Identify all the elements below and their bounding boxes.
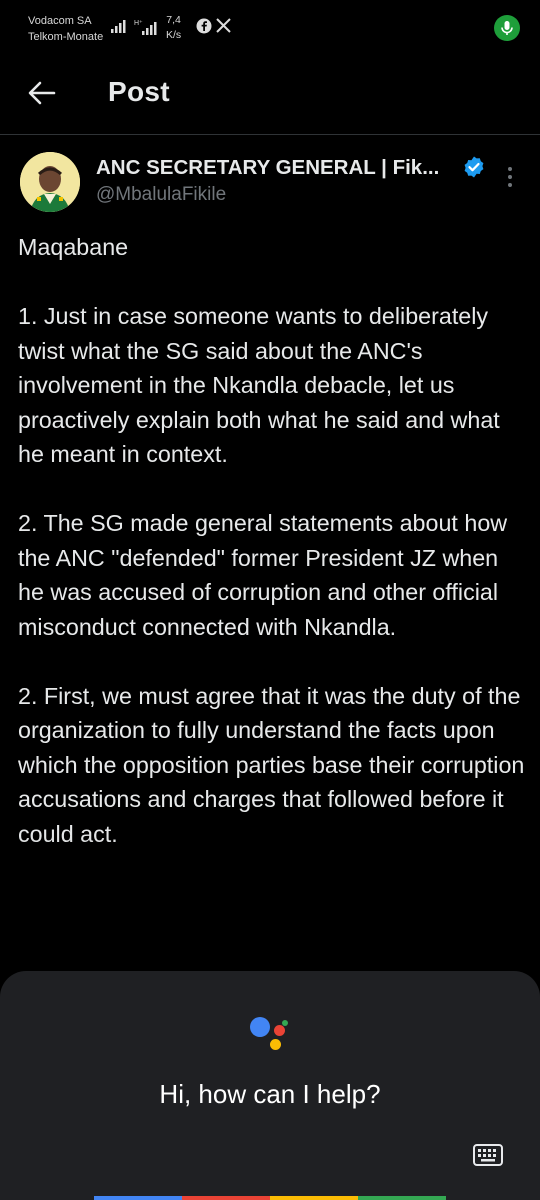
bar-red [182, 1196, 270, 1200]
assistant-color-bar [94, 1196, 446, 1200]
back-arrow-icon[interactable] [28, 80, 56, 106]
avatar-image [20, 152, 80, 212]
assistant-prompt: Hi, how can I help? [159, 1079, 381, 1109]
signal-icon [111, 20, 126, 33]
carrier-2: Telkom-Monate [28, 31, 104, 43]
status-bar: Vodacom SA Telkom-Monate H⁺ 7,4 K/s [0, 0, 540, 52]
mic-indicator [494, 15, 520, 41]
carrier-1: Vodacom SA [28, 15, 92, 27]
more-options-icon[interactable] [505, 164, 515, 190]
keyboard-icon[interactable] [473, 1143, 503, 1167]
bar-yellow [270, 1196, 358, 1200]
net-speed-value: 7,4 [166, 14, 181, 26]
facebook-icon [196, 18, 212, 34]
post-paragraph: Maqabane [18, 234, 129, 260]
bar-blue [94, 1196, 182, 1200]
post-paragraph: 1. Just in case someone wants to deliber… [18, 303, 500, 467]
google-assistant-icon [250, 1013, 294, 1053]
top-app-bar: Post [0, 52, 540, 135]
net-speed: 7,4 K/s [166, 13, 181, 43]
author-name[interactable]: ANC SECRETARY GENERAL | Fik... [96, 156, 439, 180]
post-text: Maqabane 1. Just in case someone wants t… [18, 230, 528, 851]
mic-icon [501, 21, 513, 35]
carrier-info: Vodacom SA Telkom-Monate [28, 13, 103, 45]
bar-green [358, 1196, 446, 1200]
avatar[interactable] [20, 152, 80, 212]
assistant-sheet: Hi, how can I help? [0, 971, 540, 1200]
post-paragraph: 2. First, we must agree that it was the … [18, 682, 525, 847]
page-title: Post [108, 76, 170, 107]
verified-badge-icon [464, 156, 484, 178]
post-paragraph: 2. The SG made general statements about … [18, 510, 508, 640]
net-speed-unit: K/s [166, 29, 182, 41]
x-icon [216, 18, 231, 33]
svg-text:H⁺: H⁺ [134, 20, 143, 27]
signal-h-icon: H⁺ [134, 20, 157, 35]
author-handle[interactable]: @MbalulaFikile [96, 184, 226, 206]
